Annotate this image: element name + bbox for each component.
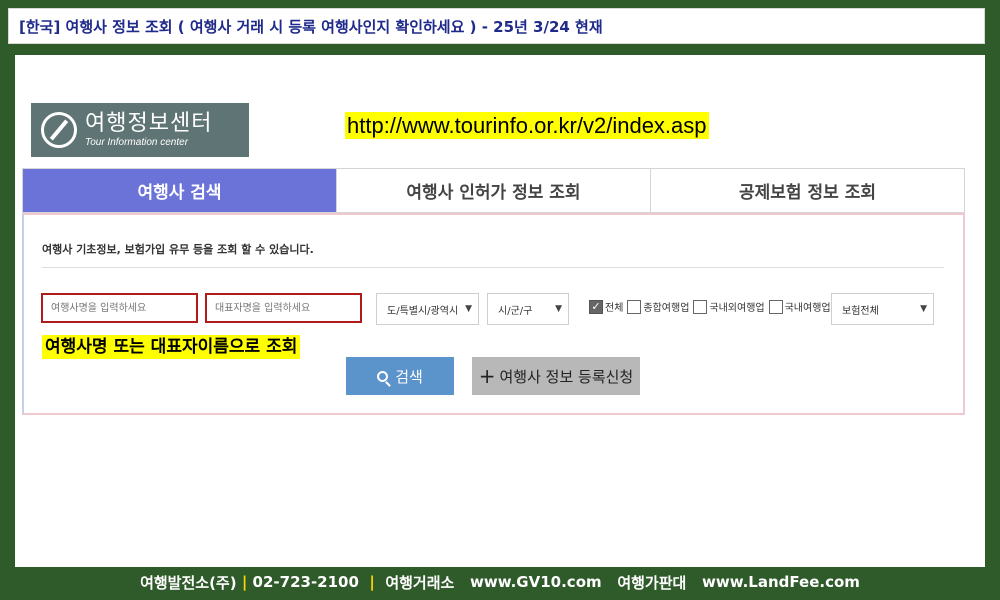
plus-icon: + [478,364,496,388]
logo-name-en: Tour Information center [85,136,189,148]
page-title: [한국] 여행사 정보 조회 ( 여행사 거래 시 등록 여행사인지 확인하세요… [19,17,603,36]
site-url: http://www.tourinfo.or.kr/v2/index.asp [345,112,709,139]
tab-bar: 여행사 검색 여행사 인허가 정보 조회 공제보험 정보 조회 [22,168,965,213]
region-select-value: 도/특별시/광역시 [387,305,459,317]
logo-name-ko: 여행정보센터 [85,110,213,136]
checkbox-domestic-overseas[interactable]: 국내외여행업 [693,299,765,314]
footer-company: 여행발전소(주) [140,573,237,592]
agency-name-input[interactable] [41,293,198,323]
city-select-value: 시/군/구 [498,305,533,317]
footer-site2-url[interactable]: www.LandFee.com [702,573,860,591]
tab-license-info[interactable]: 여행사 인허가 정보 조회 [336,169,650,212]
tourinfo-logo[interactable]: 여행정보센터 Tour Information center [31,103,249,157]
register-agency-button[interactable]: + 여행사 정보 등록신청 [472,357,640,395]
business-type-checkboxes: ✓ 전체 종합여행업 국내외여행업 국내여행업 [589,299,835,314]
checkbox-all[interactable]: ✓ 전체 [589,299,623,314]
tab-insurance-info[interactable]: 공제보험 정보 조회 [650,169,964,212]
chevron-down-icon: ▼ [465,304,472,314]
footer-site1-label: 여행거래소 [385,573,455,592]
compass-icon [41,112,77,148]
checkbox-icon [768,299,783,314]
search-form: 여행사 기초정보, 보험가입 유무 등을 조회 할 수 있습니다. 도/특별시/… [22,213,965,415]
footer-site2-label: 여행가판대 [617,573,687,592]
search-icon [377,370,389,382]
checkbox-domestic[interactable]: 국내여행업 [768,299,831,314]
footer-site1-url[interactable]: www.GV10.com [470,573,602,591]
city-select[interactable]: 시/군/구 ▼ [487,293,569,325]
page-title-bar: [한국] 여행사 정보 조회 ( 여행사 거래 시 등록 여행사인지 확인하세요… [8,8,985,44]
region-select[interactable]: 도/특별시/광역시 ▼ [376,293,479,325]
tab-agency-search[interactable]: 여행사 검색 [23,169,336,212]
search-info-text: 여행사 기초정보, 보험가입 유무 등을 조회 할 수 있습니다. [42,243,314,256]
footer: 여행발전소(주) | 02-723-2100 | 여행거래소 www.GV10.… [0,568,1000,596]
insurance-select[interactable]: 보험전체 ▼ [831,293,934,325]
footer-phone: 02-723-2100 [252,573,359,591]
main-panel: 여행정보센터 Tour Information center http://ww… [15,55,985,567]
chevron-down-icon: ▼ [920,304,927,314]
chevron-down-icon: ▼ [555,304,562,314]
checkbox-icon [627,299,642,314]
search-hint-note: 여행사명 또는 대표자이름으로 조회 [42,335,301,359]
checkbox-general-travel[interactable]: 종합여행업 [627,299,689,314]
search-button[interactable]: 검색 [346,357,454,395]
checkbox-checked-icon: ✓ [589,299,603,314]
representative-name-input[interactable] [205,293,362,323]
checkbox-icon [693,299,708,314]
divider [42,267,944,268]
insurance-select-value: 보험전체 [842,305,879,317]
